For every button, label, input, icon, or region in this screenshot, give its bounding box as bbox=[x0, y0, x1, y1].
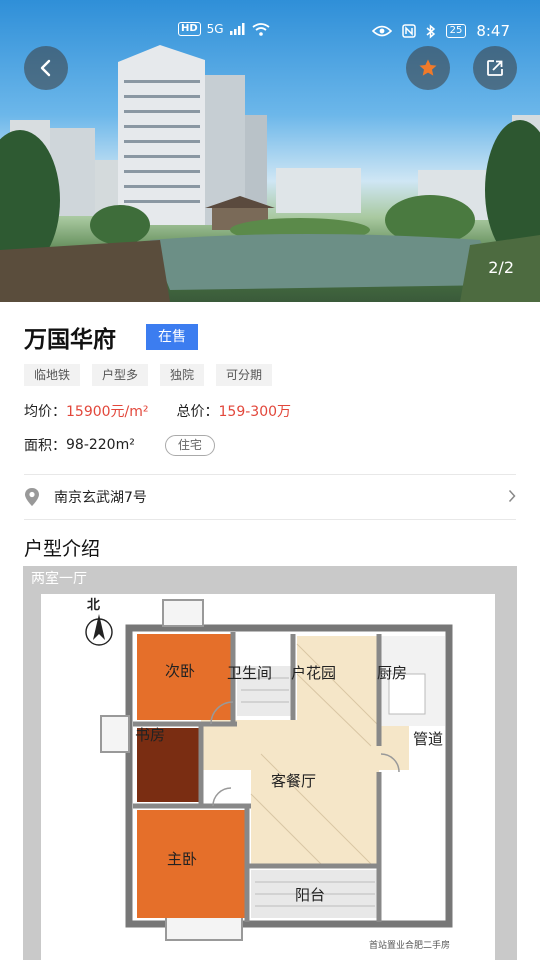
room-label-study: 书房 bbox=[135, 726, 166, 744]
avg-price-value: 15900元/m² bbox=[66, 404, 149, 420]
avg-price-label: 均价： bbox=[24, 404, 66, 420]
area-row: 面积： 98-220m² 住宅 bbox=[24, 432, 516, 458]
feature-tags: 临地铁 户型多 独院 可分期 bbox=[24, 364, 516, 386]
total-price-value: 159-300万 bbox=[218, 404, 292, 420]
feature-tag: 户型多 bbox=[92, 364, 149, 386]
price-row: 均价： 15900元/m² 总价： 159-300万 bbox=[24, 400, 516, 422]
image-watermark: 首站置业合肥二手房 bbox=[369, 941, 451, 951]
room-label-bathroom: 卫生间 bbox=[227, 664, 273, 682]
property-name: 万国华府 bbox=[24, 327, 116, 353]
gallery-page-indicator: 2/2 bbox=[488, 258, 514, 277]
property-photo-gallery[interactable]: HD 5G 25 8:47 2/2 bbox=[0, 0, 540, 302]
hd-indicator: HD bbox=[178, 22, 201, 36]
share-icon bbox=[487, 60, 503, 76]
area-label: 面积： bbox=[24, 438, 66, 454]
bluetooth-icon bbox=[426, 23, 435, 39]
star-icon bbox=[419, 59, 437, 76]
chevron-left-icon bbox=[40, 59, 51, 77]
feature-tag: 独院 bbox=[160, 364, 205, 386]
property-info: 万国华府 在售 临地铁 户型多 独院 可分期 均价： 15900元/m² 总价：… bbox=[0, 322, 540, 564]
area-value: 98-220m² bbox=[66, 437, 135, 453]
address-text: 南京玄武湖7号 bbox=[54, 490, 147, 506]
nfc-icon bbox=[401, 24, 416, 38]
clock: 8:47 bbox=[476, 22, 510, 40]
room-label-master-bedroom: 主卧 bbox=[167, 850, 198, 868]
wifi-icon bbox=[252, 22, 270, 36]
address-row[interactable]: 南京玄武湖7号 bbox=[24, 475, 516, 519]
status-badge: 在售 bbox=[146, 324, 198, 350]
room-label-living-dining: 客餐厅 bbox=[271, 772, 317, 790]
room-label-corridor: 管道 bbox=[413, 730, 444, 748]
status-bar: HD 5G 25 8:47 bbox=[0, 0, 540, 60]
chevron-right-icon bbox=[508, 489, 516, 503]
network-label: 5G bbox=[206, 22, 224, 36]
floorplan-section-title: 户型介绍 bbox=[24, 538, 101, 560]
share-button[interactable] bbox=[473, 46, 517, 90]
property-type-tag: 住宅 bbox=[164, 434, 215, 456]
favorite-button[interactable] bbox=[406, 46, 450, 90]
room-label-kitchen: 厨房 bbox=[377, 664, 408, 682]
room-label-balcony: 阳台 bbox=[295, 886, 326, 904]
compass-label: 北 bbox=[87, 598, 101, 613]
feature-tag: 可分期 bbox=[216, 364, 273, 386]
floorplan-image: 北 次卧 卫生间 户花园 厨房 书房 管道 客餐厅 主卧 阳台 首站置业合肥二手… bbox=[41, 594, 495, 960]
floorplan-card[interactable]: 两室一厅 北 次卧 卫生间 户花园 厨房 书房 管道 客餐厅 主卧 阳台 首站置… bbox=[23, 566, 517, 960]
room-label-garden: 户花园 bbox=[291, 664, 337, 682]
divider bbox=[24, 519, 516, 520]
eye-icon bbox=[371, 25, 392, 37]
total-price-label: 总价： bbox=[176, 404, 219, 420]
floorplan-name: 两室一厅 bbox=[23, 566, 95, 592]
signal-icon bbox=[229, 23, 245, 35]
room-label-second-bedroom: 次卧 bbox=[165, 662, 196, 680]
location-pin-icon bbox=[25, 488, 39, 506]
battery-icon: 25 bbox=[445, 24, 467, 38]
back-button[interactable] bbox=[24, 46, 68, 90]
floorplan-drawing bbox=[85, 599, 453, 941]
feature-tag: 临地铁 bbox=[24, 364, 81, 386]
